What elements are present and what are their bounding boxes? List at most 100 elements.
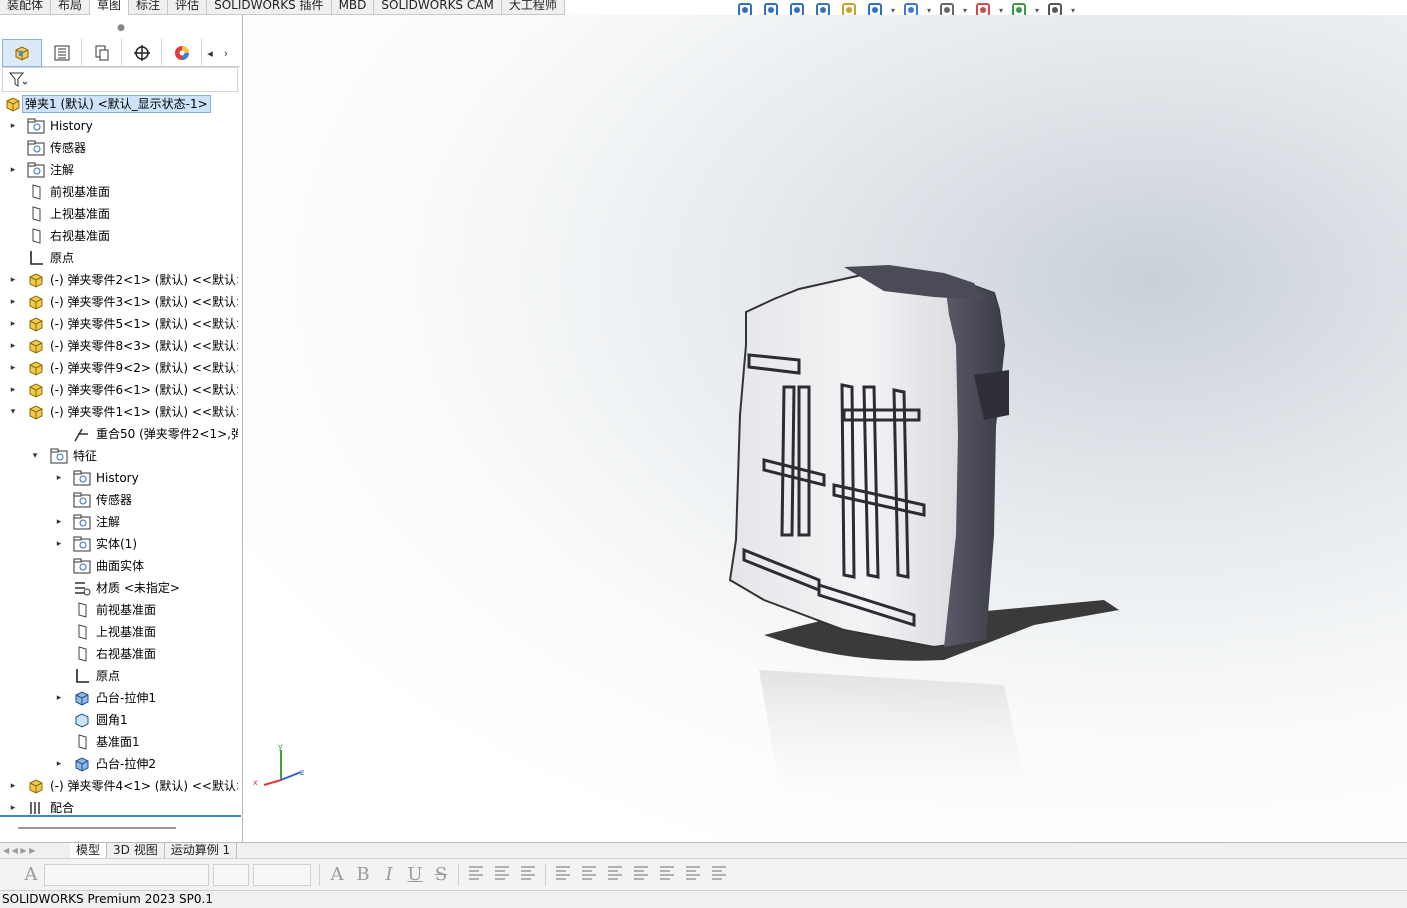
tree-item[interactable]: 原点 [0,665,241,687]
font-color-icon[interactable]: A [324,864,350,885]
tree-item[interactable]: ▸ (-) 弹夹零件6<1> (默认) <<默认>_ [0,379,241,401]
panel-grip[interactable]: ● [0,15,242,40]
tree-item[interactable]: ▸ (-) 弹夹零件2<1> (默认) <<默认>_ [0,269,241,291]
expand-arrow-icon[interactable]: ▸ [8,318,18,330]
command-tab[interactable]: 草图 [90,0,130,15]
command-tab[interactable]: 布局 [51,0,91,15]
expand-arrow-icon[interactable]: ▸ [54,516,64,528]
tree-item[interactable]: 圆角1 [0,709,241,731]
font-size-dropdown[interactable] [213,863,249,886]
tree-item[interactable]: ▸ (-) 弹夹零件8<3> (默认) <<默认>_ [0,335,241,357]
collapse-arrow-icon[interactable]: ▾ [8,406,18,418]
displaymanager-tab[interactable] [162,39,202,67]
command-tab[interactable]: SOLIDWORKS CAM [374,0,502,15]
featuremanager-tab[interactable] [2,39,42,67]
propertymanager-tab[interactable] [42,39,82,67]
model-view-tab[interactable]: 模型 [70,843,108,858]
expand-arrow-icon[interactable]: ▸ [8,384,18,396]
tree-item[interactable]: ▸ (-) 弹夹零件5<1> (默认) <<默认>_ [0,313,241,335]
tree-item[interactable]: ▸ (-) 弹夹零件3<1> (默认) <<默认>_ [0,291,241,313]
command-tab[interactable]: 评估 [168,0,208,15]
tree-item[interactable]: 曲面实体 [0,555,241,577]
expand-arrow-icon[interactable]: ▸ [54,538,64,550]
dropdown-caret-icon[interactable]: ▾ [961,6,969,15]
line-spacing-icon[interactable] [706,863,732,886]
dropdown-caret-icon[interactable]: ▾ [925,6,933,15]
model-view-tab[interactable]: 运动算例 1 [165,843,238,858]
tree-item[interactable]: 前视基准面 [0,181,241,203]
numbering-icon[interactable] [628,863,654,886]
bold-icon[interactable]: B [350,864,376,885]
underline-icon[interactable]: U [402,864,428,885]
model-view-tab[interactable]: 3D 视图 [107,843,165,858]
tree-item[interactable]: ▸ (-) 弹夹零件9<2> (默认) <<默认>_ [0,357,241,379]
font-size-field[interactable] [253,863,311,886]
tree-item[interactable]: ▸ (-) 弹夹零件4<1> (默认) <<默认>_ [0,775,241,797]
align-right-icon[interactable] [515,863,541,886]
text-style-icon[interactable]: A [18,864,44,885]
tree-item[interactable]: ▸ 注解 [0,511,241,533]
tree-item[interactable]: 上视基准面 [0,621,241,643]
tree-item[interactable]: 右视基准面 [0,643,241,665]
expand-arrow-icon[interactable]: ▸ [8,802,18,814]
fit-text-icon[interactable] [550,863,576,886]
part-icon [27,293,45,311]
command-tab[interactable]: 标注 [129,0,169,15]
command-tab[interactable]: SOLIDWORKS 插件 [207,0,332,15]
expand-arrow-icon[interactable]: ▸ [8,340,18,352]
expand-arrow-icon[interactable]: ▸ [8,164,18,176]
dropdown-caret-icon[interactable]: ▾ [889,6,897,15]
tab-navigation-arrows[interactable]: ◀ ◀ ▶ ▶ [0,843,70,858]
tree-item[interactable]: 传感器 [0,137,241,159]
tree-item[interactable]: 传感器 [0,489,241,511]
tree-item[interactable]: ▸ 实体(1) [0,533,241,555]
tree-item[interactable]: 基准面1 [0,731,241,753]
expand-arrow-icon[interactable]: ▸ [8,120,18,132]
tree-item[interactable]: 原点 [0,247,241,269]
tree-filter[interactable] [2,67,238,92]
font-dropdown[interactable] [44,863,209,886]
tree-item[interactable]: ▾ 特征 [0,445,241,467]
tree-item[interactable]: 前视基准面 [0,599,241,621]
dropdown-caret-icon[interactable]: ▾ [997,6,1005,15]
dropdown-caret-icon[interactable]: ▾ [1033,6,1041,15]
tree-item[interactable]: ▸ History [0,467,241,489]
expand-arrow-icon[interactable]: ▸ [8,296,18,308]
tree-item[interactable]: 材质 <未指定> [0,577,241,599]
tree-item[interactable]: ▸ History [0,115,241,137]
panel-horizontal-scrollbar[interactable] [18,827,176,829]
align-left-icon[interactable] [463,863,489,886]
align-center-icon[interactable] [489,863,515,886]
tree-item[interactable]: ▾ (-) 弹夹零件1<1> (默认) <<默认>_ [0,401,241,423]
tab-scroll-right-icon[interactable]: › [218,39,234,67]
command-tab[interactable]: MBD [332,0,375,15]
tab-scroll-left-icon[interactable]: ◂ [202,39,218,67]
expand-arrow-icon[interactable]: ▸ [54,692,64,704]
expand-arrow-icon[interactable]: ▸ [8,274,18,286]
bullets-icon[interactable] [602,863,628,886]
configurationmanager-tab[interactable] [82,39,122,67]
tree-item[interactable]: 上视基准面 [0,203,241,225]
floor-reflection [759,670,1034,825]
tree-item[interactable]: ▸ 注解 [0,159,241,181]
tree-item[interactable]: ▸ 凸台-拉伸2 [0,753,241,775]
stack-icon[interactable] [576,863,602,886]
strikethrough-icon[interactable]: S [428,864,454,885]
dimxpert-tab[interactable] [122,39,162,67]
expand-arrow-icon[interactable]: ▸ [8,780,18,792]
expand-arrow-icon[interactable]: ▸ [8,362,18,374]
increase-indent-icon[interactable] [680,863,706,886]
graphics-area[interactable]: y z x [244,15,1407,842]
expand-arrow-icon[interactable]: ▸ [54,758,64,770]
decrease-indent-icon[interactable] [654,863,680,886]
tree-item[interactable]: ▸ 凸台-拉伸1 [0,687,241,709]
tree-item[interactable]: 重合50 (弹夹零件2<1>,弹: [0,423,241,445]
tree-item[interactable]: 右视基准面 [0,225,241,247]
command-tab[interactable]: 装配体 [0,0,52,15]
assembly-root-node[interactable]: 弹夹1 (默认) <默认_显示状态-1> [0,93,241,115]
italic-icon[interactable]: I [376,864,402,885]
command-tab[interactable]: 大工程师 [502,0,565,15]
expand-arrow-icon[interactable]: ▸ [54,472,64,484]
collapse-arrow-icon[interactable]: ▾ [30,450,40,462]
dropdown-caret-icon[interactable]: ▾ [1069,6,1077,15]
